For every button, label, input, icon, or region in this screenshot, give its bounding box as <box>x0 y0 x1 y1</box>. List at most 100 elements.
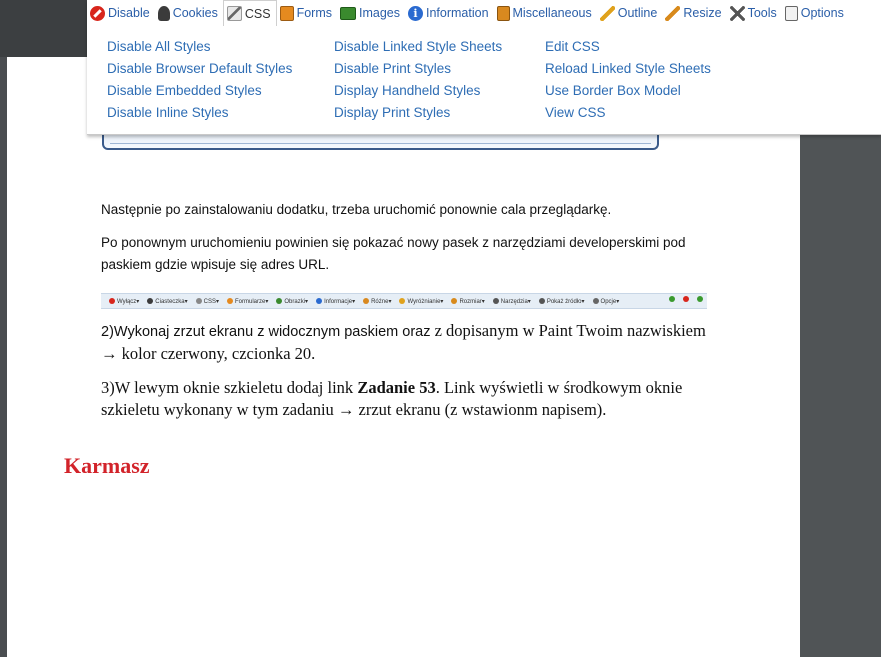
css-menu-column-2: Disable Linked Style Sheets Disable Prin… <box>334 38 502 126</box>
mini-toolbar-item-label: Opcje▾ <box>600 298 620 305</box>
tab-label: Miscellaneous <box>512 6 592 20</box>
task-3-part-a: 3)W lewym oknie szkieletu dodaj link <box>101 378 358 397</box>
cookies-icon <box>157 5 170 21</box>
mini-toolbar-item-icon <box>538 297 545 304</box>
mini-toolbar-item-label: Rozmiar▾ <box>459 298 485 305</box>
check-icon <box>669 296 675 302</box>
mini-toolbar-item: Opcje▾ <box>589 297 620 305</box>
mini-toolbar-item-icon <box>109 297 115 304</box>
menu-item-use-border-box-model[interactable]: Use Border Box Model <box>545 82 711 104</box>
mini-toolbar-item: Narzędzia▾ <box>489 297 531 305</box>
mini-toolbar-item-label: Formularze▾ <box>235 298 269 305</box>
mini-toolbar-status-icons <box>665 296 705 302</box>
resize-icon <box>665 5 681 21</box>
images-icon <box>339 6 356 20</box>
mini-toolbar-item-icon <box>363 297 370 304</box>
menu-item-disable-print-styles[interactable]: Disable Print Styles <box>334 60 502 82</box>
tab-resize[interactable]: Resize <box>662 0 726 26</box>
paragraph-new-toolbar: Po ponownym uruchomieniu powinien się po… <box>101 235 686 272</box>
mini-toolbar-item-label: Różne▾ <box>371 298 392 305</box>
information-icon: i <box>407 5 423 21</box>
css-menu-column-1: Disable All Styles Disable Browser Defau… <box>107 38 292 126</box>
tab-cookies[interactable]: Cookies <box>155 0 223 26</box>
tab-label: Forms <box>296 6 332 20</box>
mini-toolbar-item: Różne▾ <box>359 297 392 305</box>
tab-label: Tools <box>747 6 777 20</box>
tab-forms[interactable]: Forms <box>277 0 337 26</box>
menu-item-disable-inline-styles[interactable]: Disable Inline Styles <box>107 104 292 126</box>
mini-toolbar-item: Ciasteczka▾ <box>143 297 188 305</box>
miscellaneous-icon <box>496 5 510 21</box>
menu-item-disable-linked-style-sheets[interactable]: Disable Linked Style Sheets <box>334 38 502 60</box>
tab-miscellaneous[interactable]: Miscellaneous <box>494 0 597 26</box>
mini-toolbar-item-icon <box>227 297 234 304</box>
tab-label: Resize <box>683 6 722 20</box>
tab-label: Disable <box>108 6 150 20</box>
mini-toolbar-item-label: Wyróżnianie▾ <box>407 298 444 305</box>
mini-toolbar-item-label: Informacje▾ <box>324 298 356 305</box>
options-icon <box>784 5 798 21</box>
tab-options[interactable]: Options <box>782 0 849 26</box>
mini-toolbar-item-icon <box>492 297 499 304</box>
mini-toolbar-item-label: Ciasteczka▾ <box>155 298 188 305</box>
menu-item-disable-browser-default-styles[interactable]: Disable Browser Default Styles <box>107 60 292 82</box>
tab-label: Information <box>425 6 489 20</box>
tab-label: Images <box>358 6 400 20</box>
mini-toolbar-item-label: Pokaż źródło▾ <box>546 298 585 305</box>
mini-toolbar-item-icon <box>195 297 202 304</box>
mini-toolbar-item: Obrazki▾ <box>272 297 309 305</box>
tab-disable[interactable]: Disable <box>87 0 155 26</box>
frame-inner-line <box>110 141 651 144</box>
paragraph-restart: Następnie po zainstalowaniu dodatku, trz… <box>101 202 612 217</box>
task-3: 3)W lewym oknie szkieletu dodaj link Zad… <box>101 377 721 421</box>
tab-tools[interactable]: Tools <box>727 0 782 26</box>
mini-toolbar-item: CSS▾ <box>192 297 220 305</box>
browser-chrome-dark <box>0 0 87 57</box>
menu-item-reload-linked-style-sheets[interactable]: Reload Linked Style Sheets <box>545 60 711 82</box>
mini-toolbar-item: Rozmiar▾ <box>447 297 485 305</box>
mini-toolbar-item-icon <box>592 297 599 304</box>
tab-label: Outline <box>617 6 658 20</box>
menu-item-disable-all-styles[interactable]: Disable All Styles <box>107 38 292 60</box>
task-2-part-a: 2)Wykonaj zrzut ekranu z widocznym paski… <box>101 324 431 340</box>
task-2: 2)Wykonaj zrzut ekranu z widocznym paski… <box>101 320 721 365</box>
error-icon <box>683 296 689 302</box>
mini-toolbar-item: Pokaż źródło▾ <box>535 297 585 305</box>
css-icon <box>226 6 242 21</box>
disable-icon <box>90 5 105 21</box>
mini-toolbar-item: Wyróżnianie▾ <box>395 297 444 305</box>
tab-information[interactable]: i Information <box>405 0 494 26</box>
tools-icon <box>729 5 745 21</box>
mini-toolbar-item: Informacje▾ <box>312 297 356 305</box>
tab-label: CSS <box>244 6 271 21</box>
menu-item-edit-css[interactable]: Edit CSS <box>545 38 711 60</box>
mini-toolbar-item-icon <box>147 297 154 304</box>
task-3-link-name: Zadanie 53 <box>357 378 436 397</box>
tab-label: Cookies <box>172 6 218 20</box>
mini-toolbar-item-icon <box>451 297 458 304</box>
menu-item-display-print-styles[interactable]: Display Print Styles <box>334 104 502 126</box>
tab-label: Options <box>800 6 844 20</box>
page-gutter <box>800 134 881 657</box>
mini-toolbar-item-label: Narzędzia▾ <box>500 298 531 305</box>
surname-heading: Karmasz <box>64 453 150 478</box>
mini-toolbar-item-icon <box>316 297 323 304</box>
mini-toolbar-item-label: CSS▾ <box>203 298 220 305</box>
menu-item-disable-embedded-styles[interactable]: Disable Embedded Styles <box>107 82 292 104</box>
forms-icon <box>279 5 294 21</box>
check-icon <box>697 296 703 302</box>
mini-toolbar-item-icon <box>399 297 406 304</box>
mini-toolbar-image: Wyłącz▾ Ciasteczka▾ CSS▾ Formularze▾ Obrazki… <box>101 293 707 309</box>
web-developer-toolbar: Disable Cookies CSS Forms Images i Inform… <box>87 0 881 135</box>
menu-item-display-handheld-styles[interactable]: Display Handheld Styles <box>334 82 502 104</box>
menu-item-view-css[interactable]: View CSS <box>545 104 711 126</box>
mini-toolbar-item: Wyłącz▾ <box>105 297 140 305</box>
mini-toolbar-item-icon <box>276 297 283 304</box>
tab-images[interactable]: Images <box>337 0 405 26</box>
mini-toolbar-item-label: Wyłącz▾ <box>117 298 140 305</box>
tab-outline[interactable]: Outline <box>597 0 663 26</box>
tab-css[interactable]: CSS <box>222 0 277 26</box>
mini-toolbar-item: Formularze▾ <box>223 297 269 305</box>
mini-toolbar-item-label: Obrazki▾ <box>284 298 309 305</box>
outline-icon <box>599 5 615 21</box>
